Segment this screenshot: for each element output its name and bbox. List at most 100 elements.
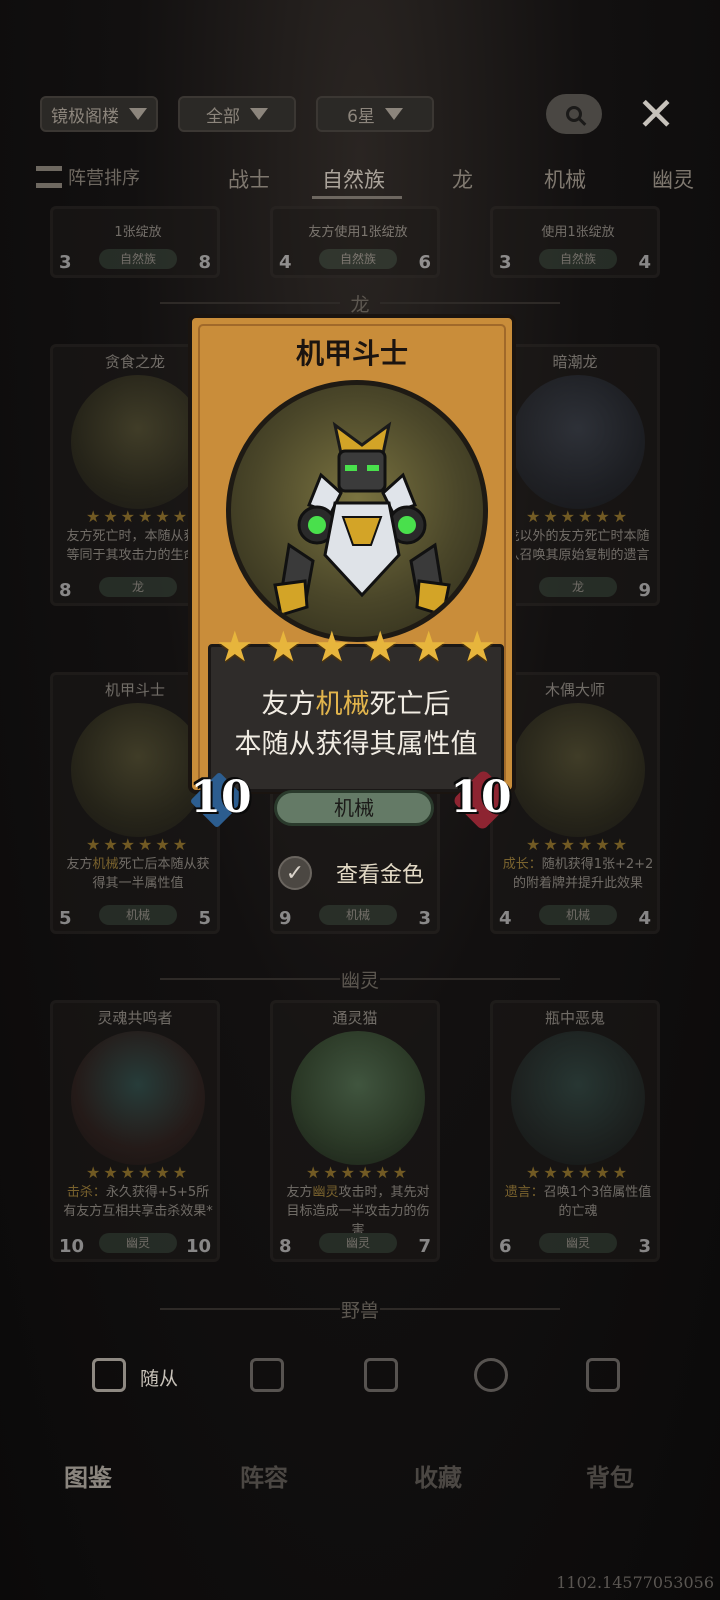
card-art	[291, 1031, 425, 1165]
card-nature-3[interactable]: 使用1张绽放 3 自然族 4	[490, 206, 660, 278]
card-title: 瓶中恶鬼	[544, 1009, 605, 1027]
mech-robot-illustration	[273, 421, 451, 617]
card-stars: ★★★★★★	[85, 1163, 191, 1182]
card-attack: 8	[279, 1236, 292, 1257]
close-button[interactable]: ✕	[634, 91, 678, 137]
card-stars: ★★★★★★	[525, 507, 631, 526]
card-race: 自然族	[319, 249, 397, 269]
star-filter-dropdown[interactable]: 6星	[316, 96, 434, 132]
faction-sort-button[interactable]: 阵营排序	[36, 164, 140, 190]
card-attack: 5	[59, 908, 72, 929]
search-icon	[566, 106, 582, 122]
featured-card-frame: 机甲斗士 友方机械死亡后 本随从获得其属性值 ★ ★ ★ ★ ★ ★	[188, 314, 516, 794]
floor-filter-label: 镜极阁楼	[51, 106, 119, 127]
card-health: 4	[638, 252, 651, 273]
spell-cards-icon[interactable]	[250, 1358, 284, 1392]
card-attack: 6	[499, 1236, 512, 1257]
card-attack: 3	[499, 252, 512, 273]
featured-card-desc: 友方机械死亡后 本随从获得其属性值	[234, 689, 478, 760]
card-soul-resonator[interactable]: 灵魂共鸣者 ★★★★★★ 击杀：永久获得+5+5所有友方互相共享击杀效果* 10…	[50, 1000, 220, 1262]
star-icon: ★	[264, 622, 303, 671]
trinket-cards-icon[interactable]	[364, 1358, 398, 1392]
hero-icon[interactable]	[474, 1358, 508, 1392]
floor-filter-dropdown[interactable]: 镜极阁楼	[40, 96, 158, 132]
card-race: 机械	[319, 905, 397, 925]
card-health: 4	[638, 908, 651, 929]
card-health: 8	[198, 252, 211, 273]
search-button[interactable]	[546, 94, 602, 134]
card-race: 幽灵	[539, 1233, 617, 1253]
card-art	[511, 1031, 645, 1165]
star-icon: ★	[458, 622, 496, 671]
star-icon: ★	[216, 622, 254, 671]
card-race: 龙	[539, 577, 617, 597]
checkmark-icon[interactable]: ✓	[278, 856, 312, 890]
faction-sort-label: 阵营排序	[68, 168, 140, 189]
card-health: 7	[418, 1236, 431, 1257]
card-nature-2[interactable]: 友方使用1张绽放 4 自然族 6	[270, 206, 440, 278]
filter-bar: 镜极阁楼 全部 6星 ✕	[36, 91, 696, 138]
chevron-down-icon	[384, 108, 403, 120]
featured-card[interactable]: 机甲斗士 友方机械死亡后 本随从获得其属性值 ★ ★ ★ ★ ★ ★ 10 机械…	[178, 306, 526, 836]
card-desc: 击杀：永久获得+5+5所有友方互相共享击杀效果*	[63, 1185, 213, 1219]
featured-card-health: 10	[450, 772, 512, 823]
card-stars: ★★★★★★	[525, 835, 631, 854]
nav-backpack[interactable]: 背包	[586, 1458, 634, 1493]
tab-nature[interactable]: 自然族	[322, 164, 385, 194]
card-necro-cat[interactable]: 通灵猫 ★★★★★★ 友方幽灵攻击时，其先对目标造成一半攻击力的伤害 8 幽灵 …	[270, 1000, 440, 1262]
collection-screen: 镜极阁楼 全部 6星 ✕ 阵营排序 战士 自然族 龙 机械 幽灵 1张绽放 3 …	[0, 0, 720, 1600]
nav-codex[interactable]: 图鉴	[64, 1458, 112, 1493]
minion-cards-icon[interactable]	[92, 1358, 126, 1392]
card-attack: 8	[59, 580, 72, 601]
nav-lineup[interactable]: 阵容	[240, 1458, 288, 1493]
card-health: 6	[418, 252, 431, 273]
card-desc: 友方使用1张绽放	[308, 225, 408, 240]
active-tab-indicator	[312, 196, 402, 199]
card-desc: 成长：随机获得1张+2+2的附着牌并提升此效果	[502, 857, 654, 891]
tab-dragon[interactable]: 龙	[452, 164, 473, 194]
subtab-minion-label: 随从	[140, 1368, 179, 1390]
card-back-icon[interactable]	[586, 1358, 620, 1392]
card-nature-1[interactable]: 1张绽放 3 自然族 8	[50, 206, 220, 278]
card-desc: 1张绽放	[114, 225, 162, 240]
card-stars: ★★★★★★	[85, 835, 191, 854]
star-icon: ★	[312, 622, 351, 671]
card-race: 龙	[99, 577, 177, 597]
card-art	[511, 703, 645, 837]
star-icon: ★	[361, 622, 400, 671]
card-title: 通灵猫	[332, 1009, 378, 1027]
view-gold-toggle[interactable]: ✓ 查看金色	[278, 856, 424, 890]
tab-warrior[interactable]: 战士	[228, 164, 270, 194]
section-label-beast: 野兽	[0, 1296, 720, 1323]
sort-icon	[36, 166, 62, 188]
view-gold-label: 查看金色	[336, 863, 425, 888]
card-stars: ★★★★★★	[305, 1163, 411, 1182]
card-race: 自然族	[99, 249, 177, 269]
featured-card-title: 机甲斗士	[295, 337, 408, 370]
star-filter-label: 6星	[347, 106, 375, 127]
nav-collection[interactable]: 收藏	[414, 1458, 462, 1493]
card-attack: 4	[499, 908, 512, 929]
featured-card-attack: 10	[190, 772, 252, 823]
main-navigation: 图鉴 阵容 收藏 背包	[0, 1452, 720, 1502]
star-icon: ★	[409, 622, 448, 671]
scope-filter-dropdown[interactable]: 全部	[178, 96, 296, 132]
card-stars: ★★★★★★	[525, 1163, 631, 1182]
chevron-down-icon	[250, 108, 268, 120]
card-health: 5	[198, 908, 211, 929]
card-desc: 使用1张绽放	[541, 225, 615, 240]
collection-subtabs: 随从	[0, 1352, 720, 1402]
featured-card-race: 机械	[274, 790, 434, 826]
tab-mech[interactable]: 机械	[544, 164, 586, 194]
card-desc: 遗言：召唤1个3倍属性值的亡魂	[504, 1185, 652, 1219]
card-art	[71, 1031, 205, 1165]
tab-ghost[interactable]: 幽灵	[652, 164, 694, 194]
card-race: 机械	[539, 905, 617, 925]
card-bottled-demon[interactable]: 瓶中恶鬼 ★★★★★★ 遗言：召唤1个3倍属性值的亡魂 6 幽灵 3	[490, 1000, 660, 1262]
featured-card-stars: ★ ★ ★ ★ ★ ★	[216, 626, 496, 668]
card-race: 自然族	[539, 249, 617, 269]
card-attack: 3	[59, 252, 72, 273]
card-health: 9	[638, 580, 651, 601]
card-health: 10	[185, 1236, 211, 1257]
card-race: 幽灵	[319, 1233, 397, 1253]
